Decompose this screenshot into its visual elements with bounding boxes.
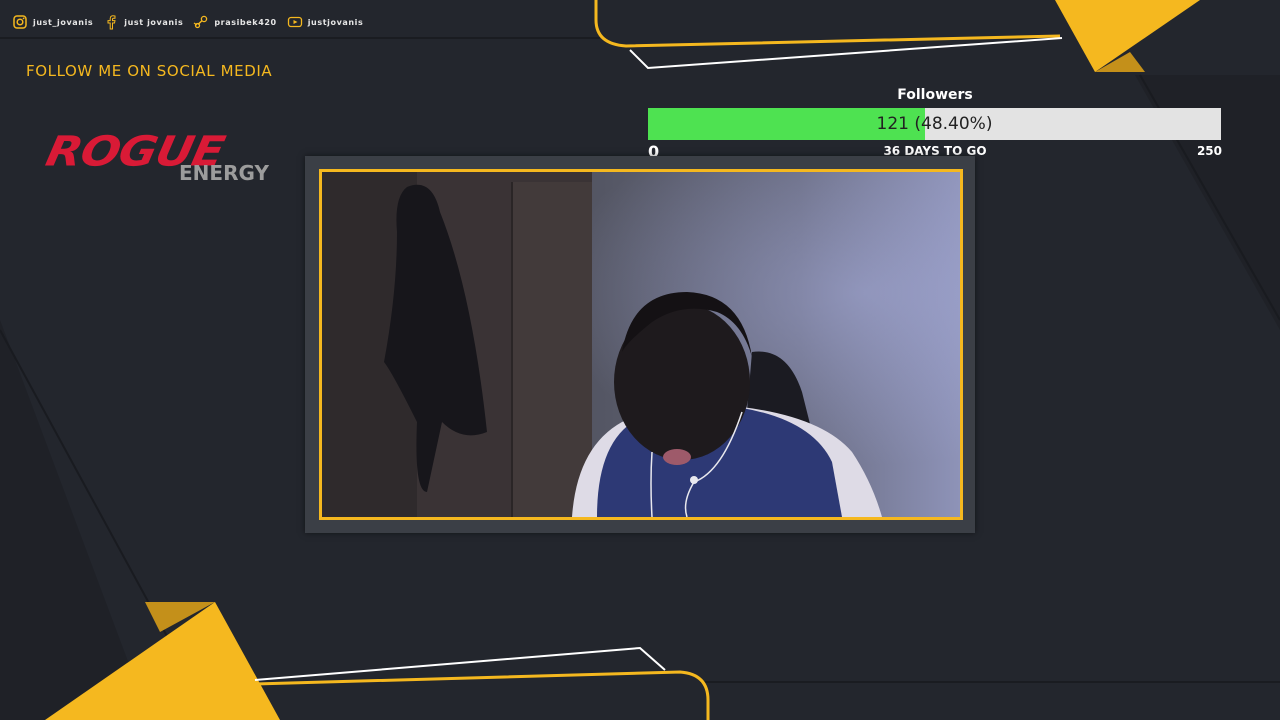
logo-sub-text: ENERGY <box>179 161 269 185</box>
social-label-youtube: justjovanis <box>307 17 364 27</box>
social-label-facebook: just jovanis <box>124 17 184 27</box>
goal-progress-value: 121 (48.40%) <box>876 114 993 134</box>
followers-goal-widget: Followers 121 (48.40%) 0 36 DAYS TO GO 2… <box>648 86 1222 162</box>
goal-max-label: 250 <box>1196 144 1222 158</box>
instagram-icon <box>13 15 27 29</box>
social-bar: just_jovanis just jovanis prasibek420 ju… <box>12 12 363 32</box>
youtube-icon <box>287 16 302 28</box>
social-item-steam[interactable]: prasibek420 <box>193 14 276 30</box>
steam-icon <box>193 15 208 29</box>
social-label-instagram: just_jovanis <box>33 17 94 27</box>
social-item-facebook[interactable]: just jovanis <box>103 14 183 30</box>
social-item-youtube[interactable]: justjovanis <box>287 14 364 30</box>
facebook-icon <box>107 15 116 30</box>
follow-social-heading: FOLLOW ME ON SOCIAL MEDIA <box>26 62 273 80</box>
sponsor-logo: ROGUE ENERGY <box>42 125 285 190</box>
webcam-panel <box>305 156 975 533</box>
social-label-steam: prasibek420 <box>214 17 277 27</box>
social-item-instagram[interactable]: just_jovanis <box>12 14 93 30</box>
webcam-feed <box>322 172 960 517</box>
webcam-frame <box>319 169 963 520</box>
goal-title: Followers <box>897 87 973 103</box>
goal-progress-track: 121 (48.40%) <box>648 108 1221 140</box>
